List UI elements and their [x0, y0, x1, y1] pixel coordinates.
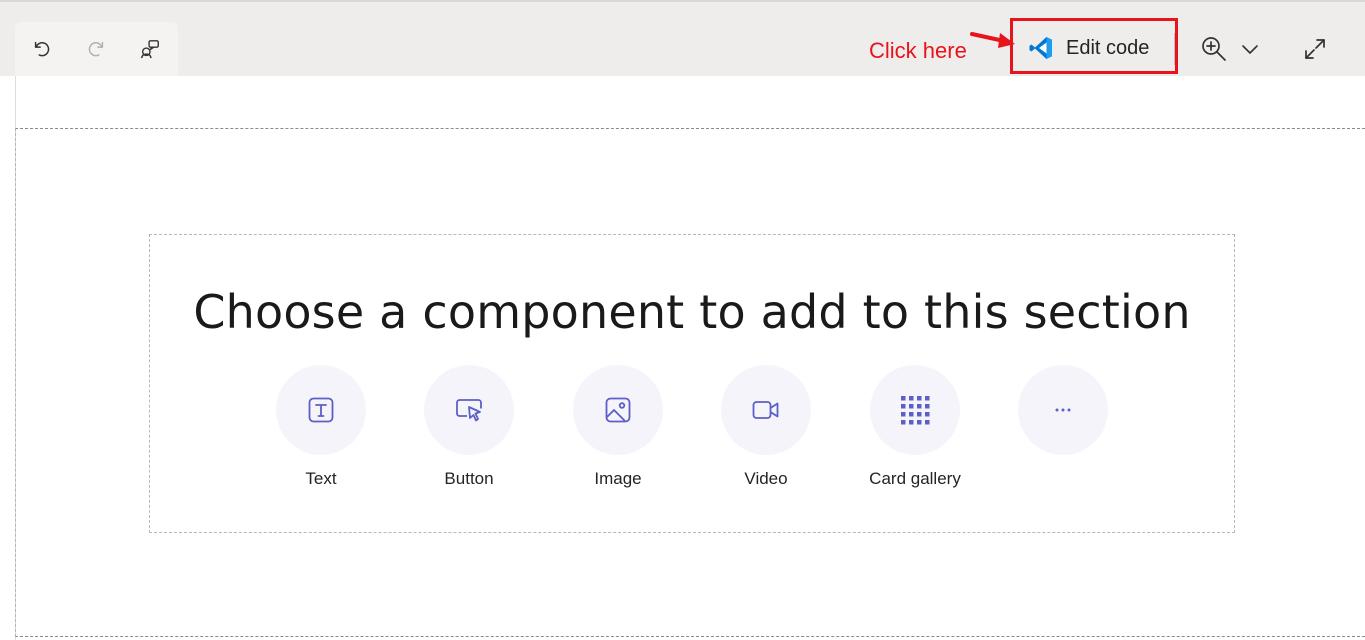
undo-icon	[34, 41, 50, 57]
component-label: Card gallery	[869, 469, 961, 488]
button-icon	[456, 399, 482, 422]
comments-button[interactable]	[133, 32, 167, 66]
top-border	[0, 0, 1365, 2]
component-label: Text	[305, 469, 337, 488]
vscode-icon	[1029, 37, 1052, 59]
component-label: Image	[594, 469, 642, 488]
expand-button[interactable]	[1298, 32, 1332, 66]
add-button-component[interactable]: Button	[404, 365, 534, 489]
chevron-down-icon	[1242, 45, 1258, 54]
redo-icon	[88, 41, 104, 57]
expand-icon	[1305, 39, 1325, 59]
add-image-component[interactable]: Image	[553, 365, 683, 489]
comments-icon	[141, 40, 159, 59]
component-circle	[721, 365, 811, 455]
component-circle	[276, 365, 366, 455]
edit-code-button[interactable]: Edit code	[1022, 28, 1167, 68]
click-here-callout: Click here	[869, 38, 967, 63]
zoom-in-icon	[1202, 37, 1226, 61]
card-gallery-icon	[901, 396, 930, 425]
component-label: Video	[744, 469, 788, 488]
image-icon	[605, 397, 631, 423]
text-icon	[308, 397, 334, 423]
more-components-button[interactable]	[998, 365, 1128, 469]
undo-button[interactable]	[25, 32, 59, 66]
component-placeholder: Choose a component to add to this sectio…	[149, 234, 1235, 533]
top-toolbar: Click here Edit code	[0, 0, 1365, 76]
component-label: Button	[444, 469, 494, 488]
component-circle	[870, 365, 960, 455]
toolbar-separator	[1174, 33, 1175, 65]
component-circle	[424, 365, 514, 455]
add-video-component[interactable]: Video	[701, 365, 831, 489]
redo-button[interactable]	[79, 32, 113, 66]
component-circle	[573, 365, 663, 455]
zoom-button[interactable]	[1196, 30, 1262, 68]
add-text-component[interactable]: Text	[256, 365, 386, 489]
component-circle	[1018, 365, 1108, 455]
add-card-gallery-component[interactable]: Card gallery	[850, 365, 980, 489]
history-tools	[15, 22, 178, 76]
video-icon	[752, 401, 779, 419]
placeholder-heading: Choose a component to add to this sectio…	[193, 285, 1191, 339]
edit-code-label: Edit code	[1066, 36, 1150, 59]
more-icon	[1055, 408, 1071, 412]
